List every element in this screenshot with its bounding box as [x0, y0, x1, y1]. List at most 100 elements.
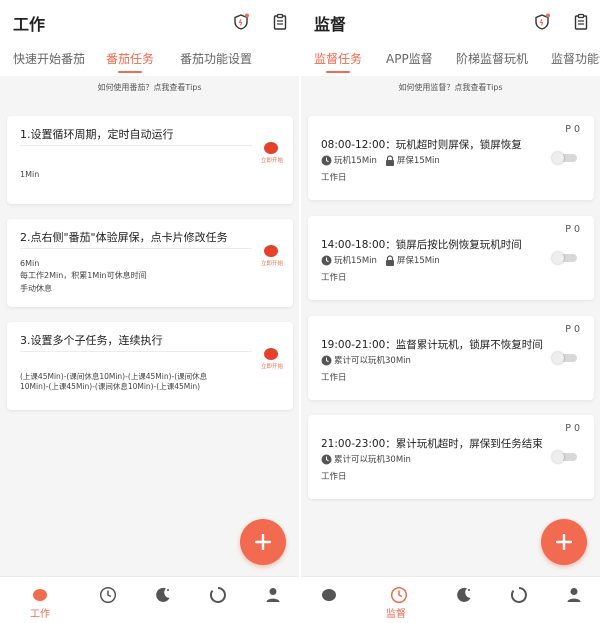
person-icon	[567, 588, 581, 602]
header: 工作	[0, 0, 299, 44]
task-enable-toggle[interactable]	[552, 352, 577, 364]
task-enable-toggle[interactable]	[552, 451, 577, 463]
play-limit: 累计可以玩机30Min	[334, 455, 411, 465]
task-time-rule: 21:00-23:00：累计玩机超时，屏保到任务结束	[321, 438, 543, 450]
tomato-icon	[33, 589, 47, 601]
task-time-rule: 14:00-18:00：锁屏后按比例恢复玩机时间	[321, 239, 522, 251]
start-now-label: 立即开始	[261, 261, 284, 267]
card-title: 3.设置多个子任务，连续执行	[20, 334, 163, 347]
tomato-task-card[interactable]: 1.设置循环周期，定时自动运行 1Min 立即开始	[7, 116, 293, 204]
priority-label: P 0	[565, 124, 580, 135]
tomato-icon	[264, 348, 278, 360]
card-duration: 6Min	[20, 259, 40, 268]
tab-app-supervise[interactable]: APP监督	[386, 50, 433, 67]
task-limits: 玩机15Min 屏保15Min	[321, 154, 440, 166]
nav-label: 工作	[30, 609, 50, 620]
task-time-rule: 19:00-21:00：监督累计玩机，锁屏不恢复时间	[321, 339, 543, 351]
tab-quick-start[interactable]: 快速开始番茄	[13, 50, 85, 67]
supervise-task-card[interactable]: P 0 08:00-12:00：玩机超时则屏保，锁屏恢复 玩机15Min 屏保1…	[308, 116, 594, 200]
task-limits: 玩机15Min 屏保15Min	[321, 254, 440, 266]
tab-tomato-settings[interactable]: 番茄功能设置	[180, 50, 252, 67]
tomato-icon	[322, 589, 336, 601]
play-limit: 累计可以玩机30Min	[334, 356, 411, 366]
clipboard-icon[interactable]	[572, 13, 590, 31]
card-title: 2.点右侧"番茄"体验屏保，点卡片修改任务	[20, 231, 228, 244]
play-limit: 玩机15Min	[334, 156, 377, 166]
tab-bar: 快速开始番茄 番茄任务 番茄功能设置	[0, 44, 299, 76]
person-icon	[266, 588, 280, 602]
start-now-button[interactable]: 立即开始	[261, 242, 284, 267]
moon-icon	[156, 587, 170, 602]
plus-icon	[255, 534, 271, 550]
page-title: 监督	[314, 15, 347, 34]
tips-link[interactable]: 如何使用监督？点我查看Tips	[301, 82, 600, 93]
tab-supervise-tasks[interactable]: 监督任务	[314, 50, 362, 67]
priority-label: P 0	[565, 423, 580, 434]
clock-icon	[321, 255, 332, 265]
task-enable-toggle[interactable]	[552, 252, 577, 264]
task-limits: 累计可以玩机30Min	[321, 453, 411, 465]
clipboard-icon[interactable]	[271, 13, 289, 31]
nav-item-sleep[interactable]	[143, 577, 183, 623]
supervise-task-card[interactable]: P 0 14:00-18:00：锁屏后按比例恢复玩机时间 玩机15Min 屏保1…	[308, 216, 594, 300]
bottom-nav: 监督	[301, 576, 600, 623]
circle-icon	[510, 587, 527, 603]
card-detail: 每工作2Min，积累1Min可休息时间	[20, 271, 147, 280]
nav-item-work[interactable]: 工作	[20, 577, 60, 623]
card-divider	[20, 248, 252, 249]
nav-item-profile[interactable]	[554, 577, 594, 623]
supervise-task-card[interactable]: P 0 21:00-23:00：累计玩机超时，屏保到任务结束 累计可以玩机30M…	[308, 415, 594, 499]
start-now-button[interactable]: 立即开始	[261, 345, 283, 370]
tab-supervise-settings[interactable]: 监督功能设	[551, 50, 600, 67]
nav-item-focus[interactable]	[198, 577, 238, 623]
nav-item-supervise[interactable]: 监督	[379, 577, 419, 623]
clock-icon	[321, 155, 332, 165]
shield-icon[interactable]	[232, 13, 250, 31]
card-duration: 1Min	[20, 170, 40, 179]
lock-duration: 屏保15Min	[396, 156, 440, 166]
clock-icon	[390, 586, 408, 604]
tips-link[interactable]: 如何使用番茄？点我查看Tips	[0, 82, 299, 93]
clock-icon	[99, 586, 117, 604]
card-subtask-list: 10Min)-(上课45Min)-(课间休息10Min)-(上课45Min)	[20, 382, 201, 391]
clock-icon	[321, 355, 332, 365]
add-task-button[interactable]	[240, 519, 286, 565]
start-now-label: 立即开始	[261, 158, 284, 164]
moon-icon	[457, 587, 471, 602]
add-task-button[interactable]	[541, 519, 587, 565]
supervise-task-card[interactable]: P 0 19:00-21:00：监督累计玩机，锁屏不恢复时间 累计可以玩机30M…	[308, 316, 594, 400]
start-now-button[interactable]: 立即开始	[261, 139, 284, 164]
plus-icon	[556, 534, 572, 550]
task-limits: 累计可以玩机30Min	[321, 354, 411, 366]
bottom-nav: 工作	[0, 576, 299, 623]
card-title: 1.设置循环周期，定时自动运行	[20, 128, 174, 141]
task-time-rule: 08:00-12:00：玩机超时则屏保，锁屏恢复	[321, 139, 522, 151]
nav-item-work[interactable]	[309, 577, 349, 623]
task-repeat-days: 工作日	[321, 373, 347, 383]
nav-item-focus[interactable]	[499, 577, 539, 623]
card-divider	[20, 351, 252, 352]
play-limit: 玩机15Min	[334, 256, 377, 266]
tomato-task-card[interactable]: 3.设置多个子任务，连续执行 (上课45Min)-(课间休息10Min)-(上课…	[7, 322, 293, 410]
tab-step-supervise[interactable]: 阶梯监督玩机	[456, 50, 528, 67]
tomato-icon	[264, 142, 278, 154]
active-tab-indicator	[326, 71, 350, 73]
task-repeat-days: 工作日	[321, 273, 347, 283]
nav-item-supervise[interactable]	[88, 577, 128, 623]
supervise-screen: 监督 监督任务 APP监督 阶梯监督玩机 监督功能设 如何使用监督？点我查看Ti…	[301, 0, 600, 623]
lock-icon	[385, 254, 394, 266]
nav-item-profile[interactable]	[253, 577, 293, 623]
task-enable-toggle[interactable]	[552, 152, 577, 164]
card-detail: 手动休息	[20, 284, 52, 293]
shield-icon[interactable]	[533, 13, 551, 31]
nav-label: 监督	[386, 609, 406, 620]
clock-icon	[321, 454, 332, 464]
priority-label: P 0	[565, 324, 580, 335]
tab-tomato-tasks[interactable]: 番茄任务	[106, 50, 154, 67]
task-repeat-days: 工作日	[321, 173, 347, 183]
priority-label: P 0	[565, 224, 580, 235]
tomato-task-card[interactable]: 2.点右侧"番茄"体验屏保，点卡片修改任务 6Min 每工作2Min，积累1Mi…	[7, 219, 293, 307]
tomato-icon	[264, 245, 278, 257]
nav-item-sleep[interactable]	[444, 577, 484, 623]
task-repeat-days: 工作日	[321, 472, 347, 482]
